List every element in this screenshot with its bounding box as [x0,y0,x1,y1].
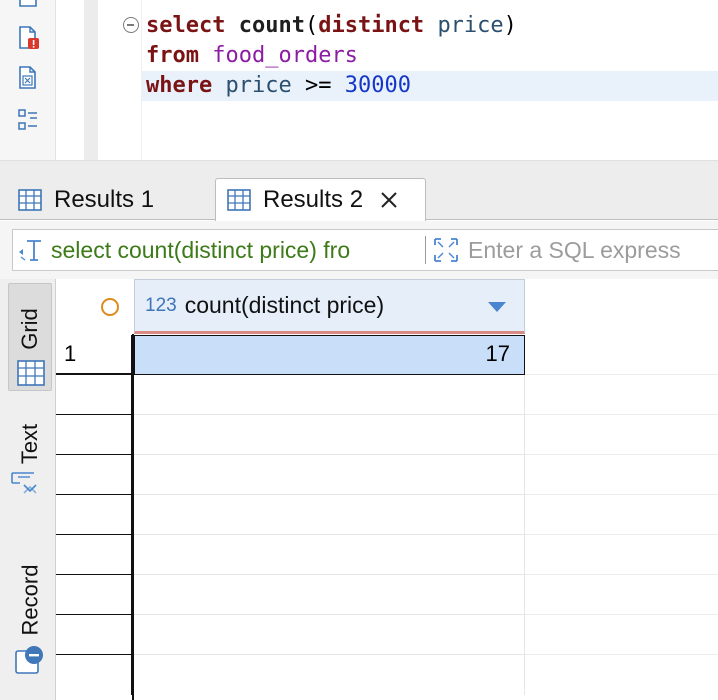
filter-bar: select count(distinct price) fro Enter a… [0,221,718,279]
text-mode-icon[interactable] [10,469,38,497]
empty-row-number [56,415,133,455]
empty-column-area [525,455,718,495]
row-number-1[interactable]: 1 [56,335,133,375]
record-mode-icon[interactable] [12,645,44,675]
explain-plan-icon[interactable] [17,66,39,90]
code-line-2[interactable]: from food_orders [146,41,358,71]
sql-file-error-icon[interactable] [17,26,39,50]
empty-cell [134,375,525,415]
view-mode-record[interactable]: Record [8,547,52,651]
tab-results-1[interactable]: Results 1 [18,180,154,220]
grid-table-icon [227,189,251,211]
empty-column-area [525,495,718,535]
empty-row-number [56,535,133,575]
grid-mode-icon [17,360,45,386]
empty-column-area [525,615,718,655]
column-price: price [225,73,292,98]
empty-cell [134,615,525,655]
select-all-rows-icon[interactable] [101,298,119,316]
tab-label: Results 2 [263,186,364,213]
document-icon[interactable] [17,0,39,16]
column-price: price [437,13,504,38]
filter-input-box[interactable]: select count(distinct price) fro Enter a… [12,229,718,271]
result-grid[interactable]: 123 count(distinct price) 1 17 [56,279,718,700]
view-mode-panel: Grid Text Record [0,279,56,700]
code-line-3[interactable]: where price >= 30000 [142,71,718,101]
expand-icon[interactable] [432,236,460,264]
empty-column-area [525,575,718,615]
empty-column-area [525,335,718,375]
empty-cell [134,575,525,615]
keyword-distinct: distinct [318,13,425,38]
keyword-from: from [146,43,199,68]
grid-table-icon [18,189,42,211]
table-name: food_orders [212,43,358,68]
fold-collapse-icon[interactable] [123,17,139,33]
empty-row-number [56,495,133,535]
grid-cell-selected[interactable]: 17 [134,335,525,375]
close-icon[interactable] [379,190,399,210]
empty-cell [134,455,525,495]
sql-editor[interactable]: select count(distinct price) from food_o… [0,0,718,170]
function-count: count [238,13,305,38]
tab-results-2[interactable]: Results 2 [215,178,426,221]
paren-open: ( [304,13,319,38]
outline-icon[interactable] [17,108,39,132]
empty-row-number [56,655,133,695]
results-tab-bar: Results 1 Results 2 [0,170,718,221]
empty-row-number [56,575,133,615]
empty-cell [134,495,525,535]
grid-corner-header[interactable] [56,279,133,334]
empty-column-area [525,375,718,415]
empty-row-number [56,375,133,415]
editor-toolbar [0,0,56,162]
grid-label: Grid [17,308,42,350]
code-line-1[interactable]: select count(distinct price) [146,11,517,41]
empty-column-area [525,415,718,455]
column-sort-dropdown-icon[interactable] [488,302,506,312]
keyword-select: select [146,13,226,38]
filter-expression-placeholder[interactable]: Enter a SQL express [468,237,681,264]
empty-row-number [56,455,133,495]
column-type-icon: 123 [145,294,177,316]
empty-cell [134,655,525,695]
empty-cell [134,535,525,575]
number-literal: 30000 [344,73,411,98]
sql-text-icon[interactable] [17,236,45,264]
paren-close: ) [503,13,517,38]
editor-gutter [84,0,98,162]
view-mode-grid[interactable]: Grid [8,283,52,391]
empty-row-number [56,615,133,655]
empty-column-area [525,655,718,695]
column-header[interactable]: 123 count(distinct price) [134,279,525,334]
keyword-where: where [146,73,213,98]
filter-separator [425,236,426,264]
tab-label: Results 1 [54,186,155,213]
editor-divider[interactable] [0,160,718,170]
empty-column-area [525,535,718,575]
column-header-label: count(distinct price) [184,292,385,318]
filter-query-text[interactable]: select count(distinct price) fro [51,237,421,264]
text-label: Text [16,423,42,465]
record-label: Record [17,564,43,636]
empty-cell [134,415,525,455]
operator: >= [304,73,332,98]
